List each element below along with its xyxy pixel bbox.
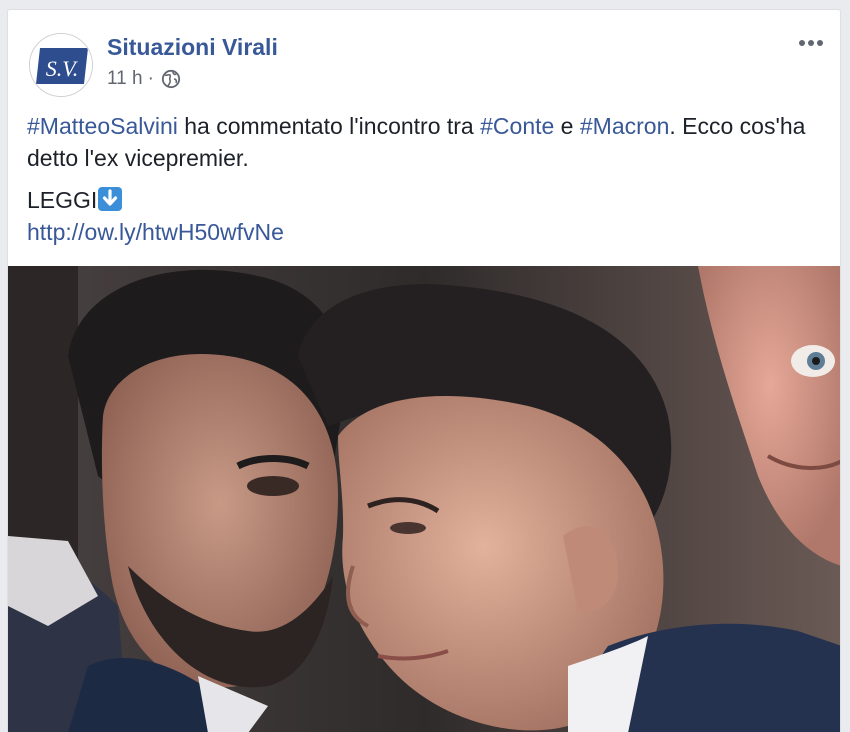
- post-photo-image: [8, 266, 840, 732]
- post-card: S.V. Situazioni Virali 11 h · #MatteoSal…: [7, 9, 841, 732]
- hashtag-matteosalvini[interactable]: #MatteoSalvini: [27, 113, 178, 139]
- hashtag-conte[interactable]: #Conte: [480, 113, 554, 139]
- page-name-link[interactable]: Situazioni Virali: [107, 34, 278, 61]
- meta-separator: ·: [147, 68, 154, 89]
- leggi-label: LEGGI: [27, 187, 98, 213]
- hashtag-macron[interactable]: #Macron: [580, 113, 669, 139]
- page-logo: S.V.: [30, 34, 92, 96]
- post-text-segment: e: [554, 113, 580, 139]
- svg-text:S.V.: S.V.: [46, 56, 79, 81]
- post-text: #MatteoSalvini ha commentato l'incontro …: [27, 110, 827, 248]
- post-meta: 11 h ·: [107, 68, 181, 90]
- post-timestamp[interactable]: 11 h: [107, 68, 143, 90]
- page-avatar[interactable]: S.V.: [29, 33, 93, 97]
- post-link[interactable]: http://ow.ly/htwH50wfvNe: [27, 219, 284, 245]
- post-photo[interactable]: [8, 266, 840, 732]
- globe-icon[interactable]: [161, 69, 181, 89]
- post-text-segment: ha commentato l'incontro tra: [177, 113, 481, 139]
- more-options-icon[interactable]: [794, 32, 828, 54]
- down-arrow-emoji-icon: [98, 187, 123, 211]
- post-message: #MatteoSalvini ha commentato l'incontro …: [27, 110, 827, 174]
- post-link-block: LEGGI http://ow.ly/htwH50wfvNe: [27, 184, 827, 248]
